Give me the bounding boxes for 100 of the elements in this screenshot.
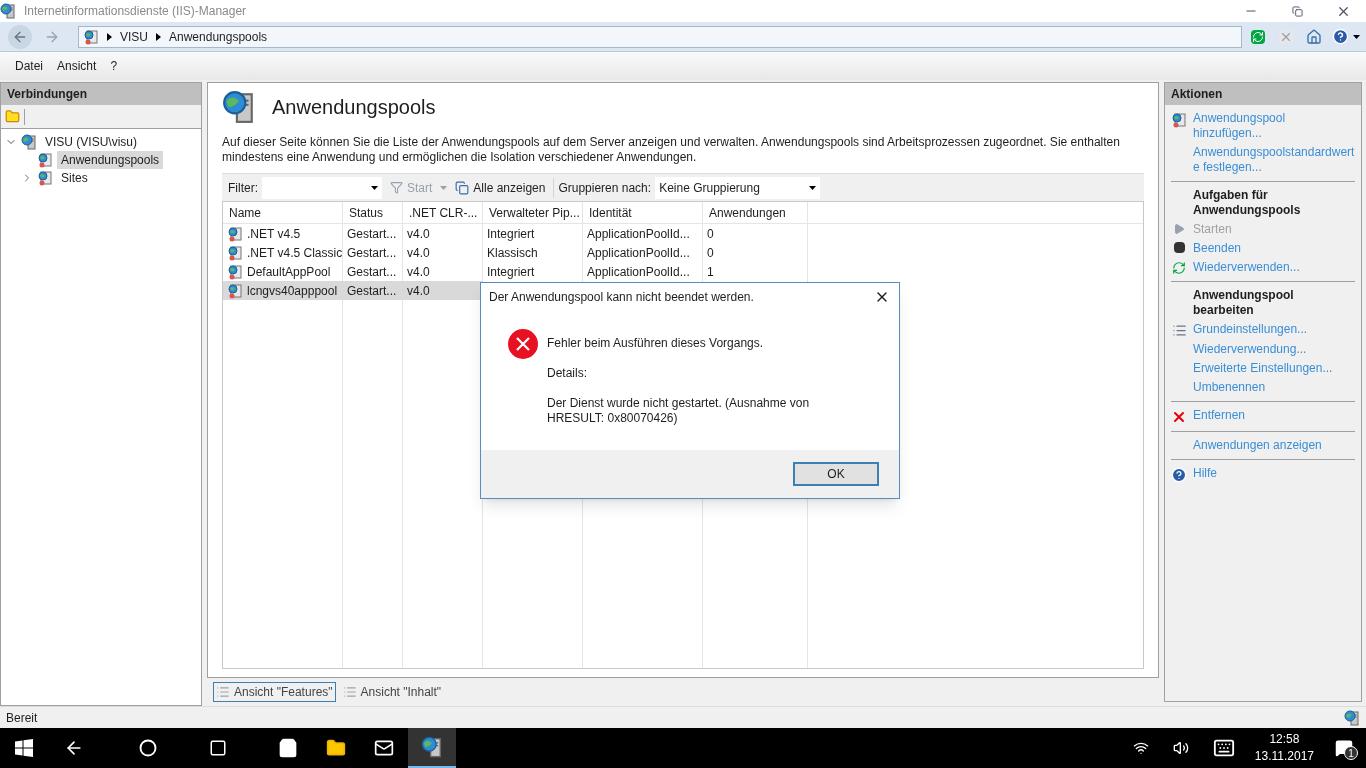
- table-cell-text: ApplicationPoolId...: [587, 225, 690, 243]
- address-icon: [83, 28, 99, 45]
- table-cell-text: ApplicationPoolId...: [587, 244, 690, 262]
- pool-icon: [227, 225, 243, 242]
- column-header[interactable]: Status: [343, 202, 403, 223]
- menu-item[interactable]: Datei: [8, 57, 50, 75]
- table-cell-text: 1: [707, 263, 714, 281]
- table-row[interactable]: .NET v4.5 Classic Gestart... v4.0 Klassisch ApplicationPoolId... 0: [223, 243, 808, 262]
- table-cell-text: Gestart...: [347, 263, 397, 281]
- pool-icon: [227, 244, 243, 261]
- clock-date[interactable]: 13.11.2017: [1254, 748, 1314, 765]
- table-row[interactable]: lcngvs40apppool Gestart... v4.0: [223, 281, 483, 300]
- taskbar-iis-button[interactable]: [408, 728, 456, 768]
- table-cell-text: v4.0: [407, 244, 430, 262]
- caret-icon: [1353, 34, 1360, 39]
- tree-item[interactable]: Anwendungspools: [57, 151, 164, 169]
- page-icon: [222, 90, 256, 124]
- filter-label: Filter:: [228, 179, 258, 197]
- server-icon: [21, 134, 37, 150]
- table-row[interactable]: .NET v4.5 Gestart... v4.0 Integriert ApplicationPoolId... 0: [223, 224, 808, 243]
- group-dropdown[interactable]: Keine Gruppierung: [655, 176, 821, 199]
- error-details: Der Dienst wurde nicht gestartet. (Ausnahme von HRESULT: 0x80070426): [547, 396, 811, 426]
- pool-icon: [227, 282, 243, 299]
- table-cell-text: Gestart...: [347, 282, 397, 300]
- caret-icon: [440, 185, 448, 190]
- breadcrumb-item[interactable]: Anwendungspools: [169, 27, 268, 46]
- table-cell-text: .NET v4.5: [247, 225, 301, 243]
- funnel-icon: [390, 181, 403, 194]
- section-heading: Anwendungspool bearbeiten: [1192, 287, 1295, 319]
- tree-item[interactable]: Sites: [57, 169, 92, 187]
- view-tab[interactable]: Ansicht "Features": [213, 682, 336, 702]
- menu-item[interactable]: Ansicht: [50, 57, 104, 75]
- list-view-icon: [342, 685, 357, 699]
- tree-node-icon: [37, 170, 53, 186]
- group-label: Gruppieren nach:: [558, 179, 652, 197]
- table-cell-text: DefaultAppPool: [247, 263, 331, 281]
- table-cell-text: 0: [707, 244, 714, 262]
- folder-icon: [326, 738, 346, 758]
- table-cell-text: v4.0: [407, 225, 430, 243]
- dialog-title: Der Anwendungspool kann nicht beendet werden.: [489, 289, 754, 306]
- column-header[interactable]: Name: [223, 202, 343, 223]
- page-title: Anwendungspools: [272, 95, 436, 120]
- pool-icon: [227, 263, 243, 280]
- tree-node-icon: [37, 152, 53, 168]
- window-title: Internetinformationsdienste (IIS)-Manager: [24, 3, 247, 20]
- tree-item[interactable]: VISU (VISU\visu): [41, 133, 141, 151]
- circle-icon: [139, 739, 157, 757]
- column-header[interactable]: Anwendungen: [703, 202, 808, 223]
- notifications-button[interactable]: 1: [1322, 728, 1366, 768]
- table-cell-text: v4.0: [407, 282, 430, 300]
- table-cell-text: Klassisch: [487, 244, 538, 262]
- envelope-icon: [374, 738, 394, 758]
- pool-add-icon: [1171, 112, 1187, 128]
- help-icon: [1171, 467, 1187, 483]
- windows-logo-icon: [15, 739, 33, 757]
- section-heading: Aufgaben für Anwendungspools: [1192, 187, 1302, 219]
- play-icon: [1173, 223, 1185, 235]
- task-view-icon: [209, 739, 227, 757]
- stop-x-icon: [1279, 29, 1293, 44]
- column-header[interactable]: Verwalteter Pip...: [483, 202, 583, 223]
- delete-icon: [1171, 409, 1187, 425]
- breadcrumb-item[interactable]: VISU: [120, 27, 148, 46]
- table-cell-text: .NET v4.5 Classic: [247, 244, 343, 262]
- restore-icon: [1291, 5, 1303, 17]
- table-cell-text: Integriert: [487, 263, 535, 281]
- table-row[interactable]: DefaultAppPool Gestart... v4.0 Integriert ApplicationPoolId... 1: [223, 262, 808, 281]
- dropdown-caret-icon: [809, 185, 817, 190]
- dropdown-caret-icon: [371, 185, 378, 190]
- details-label: Details:: [547, 366, 588, 381]
- refresh-icon: [1251, 29, 1265, 44]
- notification-count: 1: [1344, 746, 1358, 760]
- breadcrumb-arrow-icon: [156, 32, 161, 41]
- error-message: Fehler beim Ausführen dieses Vorgangs.: [547, 336, 765, 351]
- panel-header: Aktionen: [1165, 83, 1361, 105]
- filter-field[interactable]: [262, 176, 382, 199]
- menu-item[interactable]: ?: [103, 57, 125, 75]
- view-tab[interactable]: Ansicht "Inhalt": [339, 682, 445, 702]
- table-cell-text: v4.0: [407, 263, 430, 281]
- connect-folder-icon[interactable]: [5, 109, 20, 124]
- column-header[interactable]: Identität: [583, 202, 703, 223]
- status-server-icon: [1344, 709, 1360, 726]
- table-cell-text: Gestart...: [347, 225, 397, 243]
- volume-icon[interactable]: [1172, 740, 1189, 756]
- recycle-icon: [1172, 261, 1186, 275]
- column-header[interactable]: .NET CLR-...: [403, 202, 483, 223]
- iis-icon: [421, 736, 443, 758]
- error-icon: [507, 328, 539, 360]
- list-view-icon: [216, 685, 230, 699]
- ok-button[interactable]: OK: [793, 462, 879, 486]
- network-icon[interactable]: [1132, 740, 1149, 756]
- app-icon: [0, 3, 16, 19]
- clock-time[interactable]: 12:58: [1269, 731, 1300, 748]
- keyboard-icon[interactable]: [1212, 737, 1235, 759]
- table-cell-text: Integriert: [487, 225, 535, 243]
- home-icon: [1306, 28, 1322, 45]
- settings-sheet-icon: [1171, 323, 1187, 338]
- panel-header: Verbindungen: [1, 83, 201, 105]
- address-bar[interactable]: VISU Anwendungspools: [78, 25, 1242, 48]
- table-cell-text: ApplicationPoolId...: [587, 263, 690, 281]
- show-all-button[interactable]: Alle anzeigen: [451, 178, 550, 197]
